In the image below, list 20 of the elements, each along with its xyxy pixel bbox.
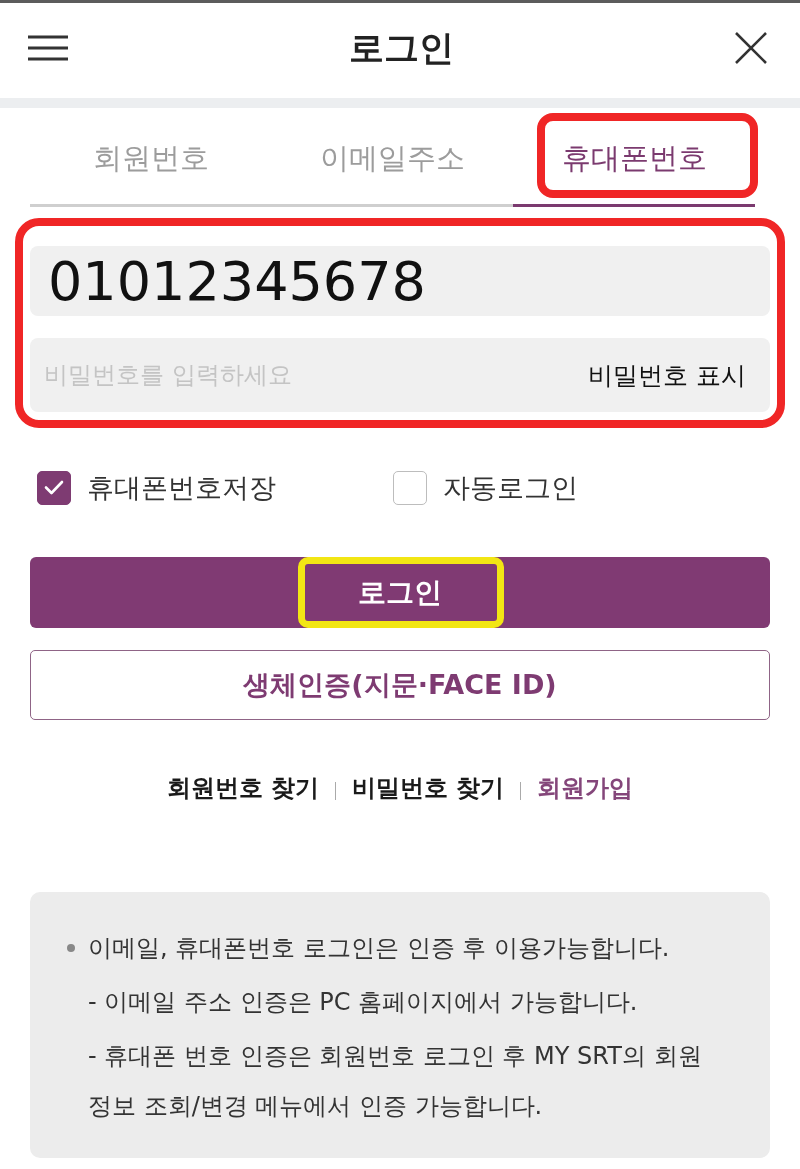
- checkbox-label[interactable]: 자동로그인: [443, 469, 578, 506]
- checkbox-label[interactable]: 휴대폰번호저장: [87, 469, 276, 506]
- tab[interactable]: 휴대폰번호: [513, 108, 755, 207]
- notice-text: - 이메일 주소 인증은 PC 홈페이지에서 가능합니다.: [88, 987, 639, 1018]
- checkbox[interactable]: [37, 470, 71, 505]
- login-button[interactable]: 로그인: [30, 557, 770, 628]
- text-link[interactable]: 비밀번호 찾기: [352, 772, 505, 804]
- notice-text: - 휴대폰 번호 인증은 회원번호 로그인 후 MY SRT의 회원 정보 조회/변경 메뉴에서 인증 가능합니다.: [88, 1041, 703, 1122]
- phone-field[interactable]: 01012345678: [30, 246, 770, 316]
- notice-text: 이메일, 휴대폰번호 로그인은 인증 후 이용가능합니다.: [88, 933, 670, 964]
- checkbox[interactable]: [393, 470, 427, 505]
- menu-icon[interactable]: [28, 34, 68, 61]
- check-icon: [44, 480, 64, 495]
- close-icon[interactable]: [735, 31, 767, 64]
- show-password-button[interactable]: 비밀번호 표시: [588, 358, 746, 392]
- text-link[interactable]: 회원번호 찾기: [166, 772, 319, 804]
- page-title: 로그인: [349, 26, 454, 69]
- bullet-icon: [67, 944, 75, 952]
- biometric-login-button[interactable]: 생체인증(지문·FACE ID): [30, 650, 770, 720]
- text-link[interactable]: 회원가입: [537, 772, 634, 804]
